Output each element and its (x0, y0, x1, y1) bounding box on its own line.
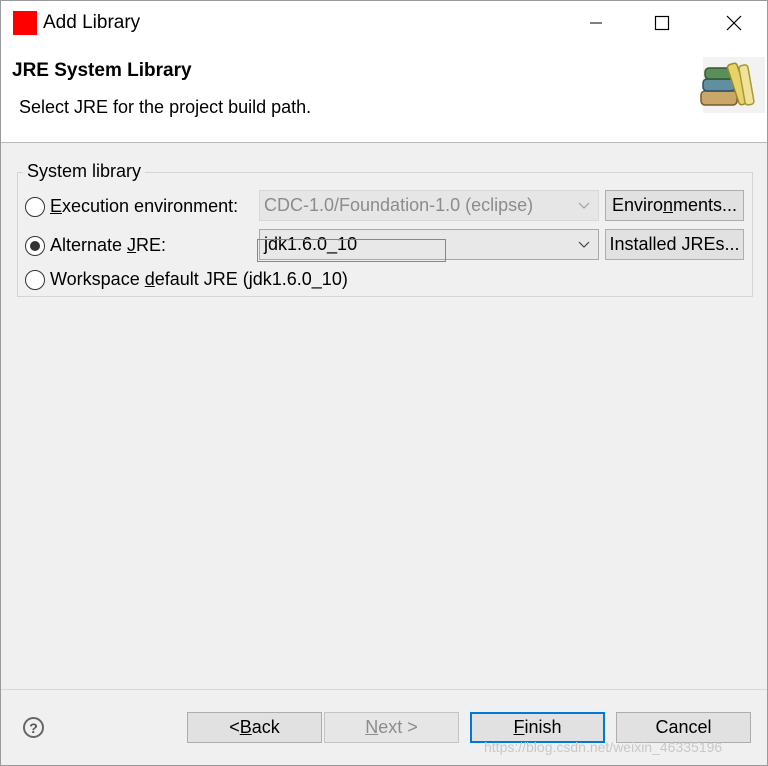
next-button[interactable]: Next > (324, 712, 459, 743)
close-button[interactable] (711, 1, 757, 45)
minimize-button[interactable] (573, 1, 619, 45)
app-icon (13, 11, 37, 35)
minimize-icon (590, 22, 602, 24)
help-icon[interactable]: ? (23, 717, 44, 738)
environments-button[interactable]: Enviro n ments... (605, 190, 744, 221)
system-library-label: System library (23, 161, 146, 182)
page-description: Select JRE for the project build path. (19, 97, 312, 117)
page-title: JRE System Library (12, 60, 192, 81)
back-button[interactable]: < Back (187, 712, 322, 743)
library-books-icon (700, 57, 765, 113)
add-library-dialog: Add Library JRE System Library Select JR… (0, 0, 768, 766)
watermark-text: https://blog.csdn.net/weixin_46335196 (484, 739, 723, 755)
execution-environment-value: CDC-1.0/Foundation-1.0 (eclipse) (264, 195, 534, 215)
installed-jres-button[interactable]: Installed JREs... (605, 229, 744, 260)
wizard-banner: JRE System Library Select JRE for the pr… (1, 45, 767, 143)
workspace-default-jre-radio[interactable] (25, 270, 45, 290)
workspace-default-jre-label[interactable]: Workspace default JRE (jdk1.6.0_10) (50, 269, 348, 290)
chevron-down-icon (570, 230, 598, 259)
title-bar: Add Library (1, 1, 767, 45)
maximize-icon (654, 15, 670, 31)
close-icon (726, 15, 742, 31)
maximize-button[interactable] (639, 1, 685, 45)
execution-environment-label[interactable]: Execution environment: (50, 196, 238, 217)
alternate-jre-radio[interactable] (25, 236, 45, 256)
window-title: Add Library (43, 12, 141, 33)
chevron-down-icon (570, 191, 598, 220)
annotation-highlight-box (257, 239, 446, 262)
alternate-jre-label[interactable]: Alternate JRE: (50, 235, 166, 256)
execution-environment-radio[interactable] (25, 197, 45, 217)
footer-divider (1, 689, 767, 690)
execution-environment-select[interactable]: CDC-1.0/Foundation-1.0 (eclipse) (259, 190, 599, 221)
